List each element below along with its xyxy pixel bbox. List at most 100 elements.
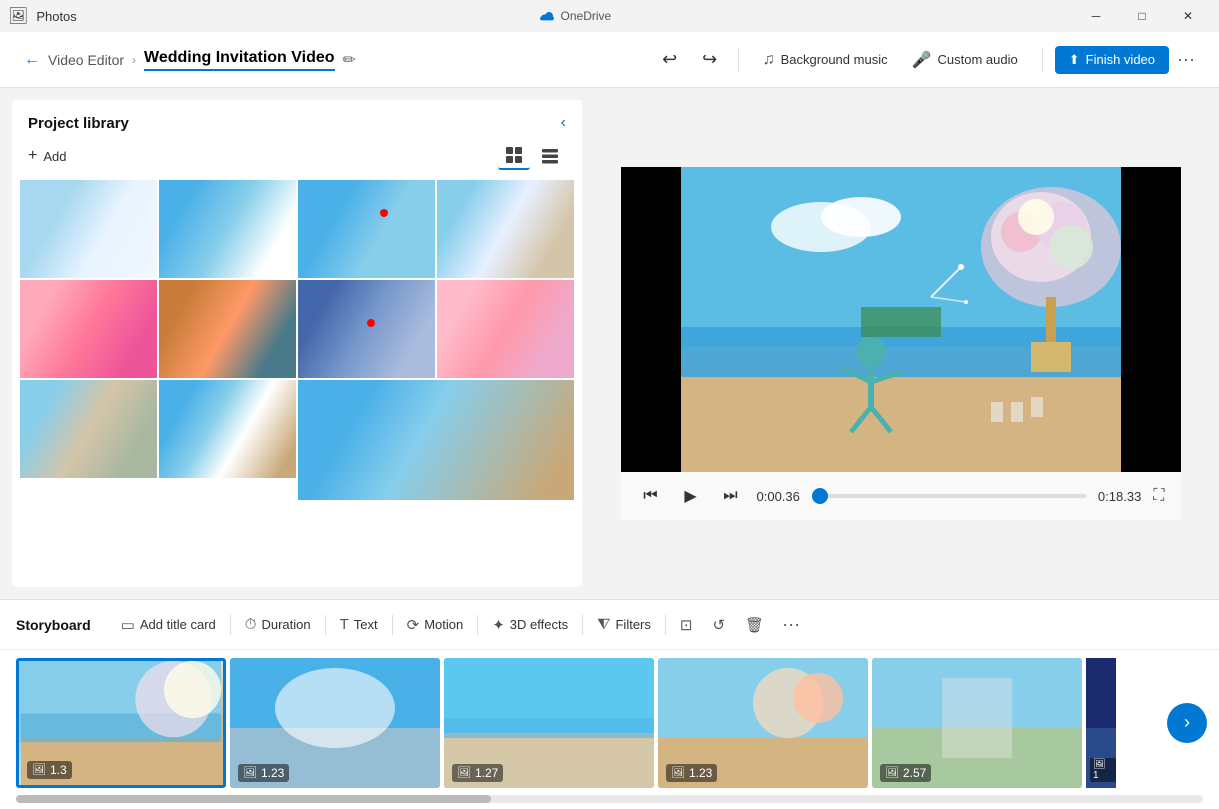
- scrollbar-thumb[interactable]: [16, 795, 491, 803]
- clip-item[interactable]: 🖼 2.57: [872, 658, 1082, 788]
- storyboard-sep-4: [477, 615, 478, 635]
- plus-icon: +: [28, 147, 37, 165]
- skip-back-button[interactable]: ⏮: [637, 482, 665, 510]
- image-icon: 🖼: [32, 763, 46, 776]
- trim-icon: ⊡: [680, 616, 693, 634]
- clip-item[interactable]: 🖼 1.23: [230, 658, 440, 788]
- library-item[interactable]: [159, 380, 296, 478]
- clip-duration: 🖼 1.27: [452, 764, 503, 782]
- library-item[interactable]: [298, 280, 435, 378]
- storyboard-sep-3: [392, 615, 393, 635]
- delete-clip-button[interactable]: 🗑: [735, 610, 774, 640]
- edit-title-icon[interactable]: ✏: [343, 50, 356, 70]
- library-toolbar: + Add: [12, 142, 582, 180]
- duration-button[interactable]: ⏱ Duration: [235, 610, 321, 639]
- skip-forward-button[interactable]: ⏭: [717, 482, 745, 510]
- list-view-button[interactable]: [534, 142, 566, 170]
- toolbar: ← Video Editor › Wedding Invitation Vide…: [0, 32, 1219, 88]
- more-options-button[interactable]: ···: [1169, 45, 1203, 74]
- clip-item[interactable]: 🖼 1.23: [658, 658, 868, 788]
- onedrive-icon: [539, 8, 555, 24]
- breadcrumb-current: Wedding Invitation Video: [144, 49, 335, 71]
- main-content: Project library ‹ + Add: [0, 88, 1219, 599]
- speed-button[interactable]: ↺: [702, 610, 735, 640]
- storyboard-scrollbar[interactable]: [16, 795, 1203, 803]
- video-scene: [621, 167, 1181, 472]
- title-bar: 🖼 Photos OneDrive ─ □ ✕: [0, 0, 1219, 32]
- app-icon: 🖼: [8, 6, 28, 26]
- grid-view-button[interactable]: [498, 142, 530, 170]
- app-title: Photos: [36, 9, 76, 24]
- progress-bar[interactable]: [812, 494, 1086, 498]
- duration-icon: ⏱: [245, 616, 257, 633]
- 3d-effects-button[interactable]: ✦ 3D effects: [482, 610, 578, 640]
- close-button[interactable]: ✕: [1165, 0, 1211, 32]
- add-title-card-button[interactable]: ▭ Add title card: [111, 610, 226, 640]
- library-item[interactable]: [298, 180, 435, 278]
- toolbar-separator-1: [738, 48, 739, 72]
- video-frame: [621, 167, 1181, 472]
- time-current: 0:00.36: [757, 489, 800, 504]
- library-item[interactable]: [20, 280, 157, 378]
- project-library: Project library ‹ + Add: [12, 100, 582, 587]
- library-item[interactable]: [437, 280, 574, 378]
- add-media-button[interactable]: + Add: [28, 147, 66, 165]
- onedrive-indicator: OneDrive: [539, 8, 612, 24]
- library-item[interactable]: [298, 380, 574, 500]
- motion-button[interactable]: ⟳ Motion: [397, 610, 474, 640]
- filters-button[interactable]: ⧨ Filters: [587, 610, 661, 639]
- clip-duration: 🖼 1.3: [27, 761, 72, 779]
- clip-item[interactable]: 🖼 1.27: [444, 658, 654, 788]
- library-item[interactable]: [20, 180, 157, 278]
- video-container: [621, 167, 1181, 472]
- storyboard-sep-5: [582, 615, 583, 635]
- play-button[interactable]: ▶: [677, 482, 705, 510]
- redo-button[interactable]: [694, 44, 726, 76]
- clip-duration-partial: 🖼 1: [1090, 758, 1116, 782]
- onedrive-label: OneDrive: [561, 9, 612, 23]
- text-button[interactable]: T Text: [330, 610, 388, 639]
- library-collapse-button[interactable]: ‹: [561, 114, 566, 132]
- clip-duration: 🖼 1.23: [238, 764, 289, 782]
- clip-duration: 🖼 1.23: [666, 764, 717, 782]
- window-controls: ─ □ ✕: [1073, 0, 1211, 32]
- library-item[interactable]: [159, 180, 296, 278]
- storyboard-sep-1: [230, 615, 231, 635]
- delete-icon: 🗑: [745, 616, 764, 634]
- next-clips-button[interactable]: ›: [1167, 703, 1207, 743]
- effects-icon: ✦: [492, 616, 505, 634]
- progress-thumb[interactable]: [812, 488, 828, 504]
- maximize-button[interactable]: □: [1119, 0, 1165, 32]
- background-music-button[interactable]: ♫ Background music: [751, 45, 900, 75]
- motion-icon: ⟳: [407, 616, 420, 634]
- trim-button[interactable]: ⊡: [670, 610, 703, 640]
- clip-item-partial[interactable]: 🖼 1: [1086, 658, 1116, 788]
- fullscreen-button[interactable]: ⛶: [1153, 487, 1164, 505]
- custom-audio-button[interactable]: 🎤 Custom audio: [900, 44, 1030, 76]
- undo-button[interactable]: [654, 44, 686, 76]
- view-toggle: [498, 142, 566, 170]
- storyboard-header: Storyboard ▭ Add title card ⏱ Duration T…: [0, 600, 1219, 650]
- video-controls: ⏮ ▶ ⏭ 0:00.36 0:18.33 ⛶: [621, 472, 1181, 520]
- storyboard-sep-6: [665, 615, 666, 635]
- clip-item[interactable]: 🖼 1.3: [16, 658, 226, 788]
- library-item[interactable]: [20, 380, 157, 478]
- finish-video-button[interactable]: ⬆ Finish video: [1055, 46, 1169, 74]
- library-title: Project library: [28, 115, 129, 132]
- export-icon: ⬆: [1069, 52, 1080, 68]
- image-icon: 🖼: [457, 766, 471, 779]
- music-icon: ♫: [763, 51, 775, 69]
- storyboard-clips: 🖼 1.3 🖼 1.23: [0, 650, 1219, 795]
- library-header: Project library ‹: [12, 100, 582, 142]
- clip-duration: 🖼 2.57: [880, 764, 931, 782]
- back-button[interactable]: ←: [16, 44, 48, 76]
- storyboard-more-button[interactable]: ···: [774, 610, 808, 639]
- minimize-button[interactable]: ─: [1073, 0, 1119, 32]
- filters-icon: ⧨: [597, 616, 610, 633]
- audio-icon: 🎤: [912, 50, 932, 70]
- library-item[interactable]: [159, 280, 296, 378]
- storyboard-sep-2: [325, 615, 326, 635]
- library-item[interactable]: [437, 180, 574, 278]
- breadcrumb-videos[interactable]: Video Editor: [48, 52, 124, 68]
- speed-icon: ↺: [712, 616, 725, 634]
